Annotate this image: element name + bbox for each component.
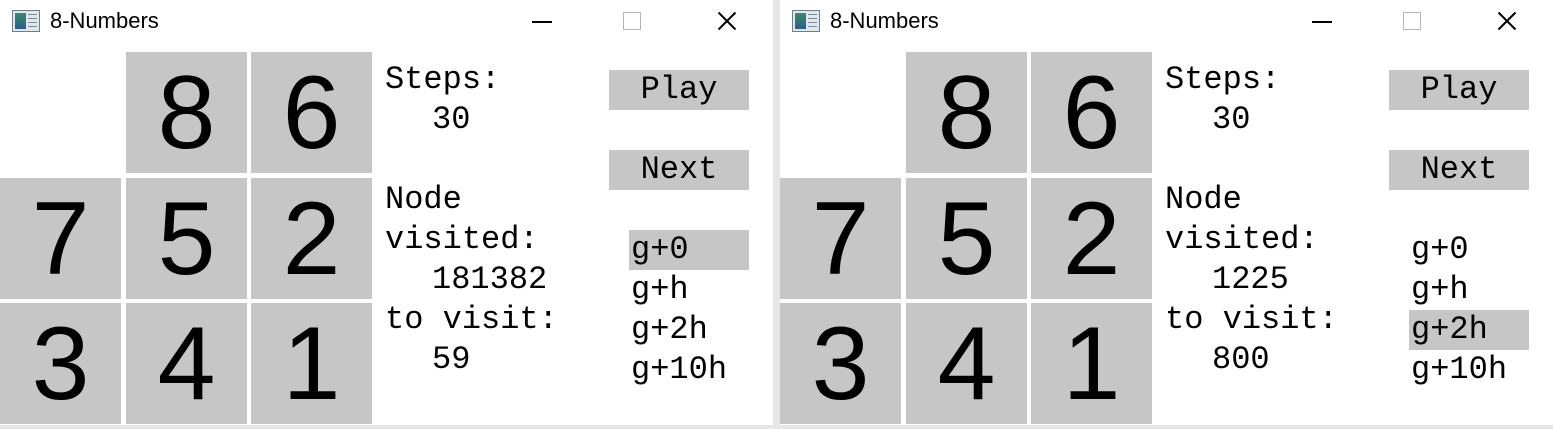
play-button[interactable]: Play [1389,70,1529,110]
puzzle-tile[interactable]: 5 [906,178,1027,299]
puzzle-tile[interactable]: 6 [251,52,372,173]
heuristic-list[interactable]: g+0 g+h g+2h g+10h [1409,230,1531,390]
puzzle-tile[interactable]: 7 [0,178,121,299]
maximize-icon[interactable] [610,0,656,42]
puzzle-board: 8 6 7 5 2 3 4 1 [0,52,372,424]
puzzle-tile[interactable]: 7 [780,178,901,299]
heuristic-option-g2h[interactable]: g+2h [629,310,751,350]
to-visit-label: to visit: [1165,301,1338,338]
puzzle-tile[interactable]: 1 [251,303,372,424]
puzzle-tile-empty[interactable] [780,52,901,173]
to-visit-value: 800 [1212,341,1270,378]
app-window-right: 8-Numbers 8 6 7 5 2 3 4 1 Steps: 30 Node… [780,0,1553,425]
puzzle-tile[interactable]: 3 [780,303,901,424]
visited-label: visited: [385,221,539,258]
minimize-icon[interactable] [520,0,566,42]
steps-label: Steps: [385,61,501,98]
close-icon[interactable] [1483,0,1529,42]
heuristic-option-g0[interactable]: g+0 [629,230,749,270]
puzzle-tile[interactable]: 8 [126,52,247,173]
stats-panel: Steps: 30 Node visited: 181382 to visit:… [385,60,605,380]
puzzle-tile[interactable]: 6 [1031,52,1152,173]
window-icon [12,10,40,32]
close-icon[interactable] [703,0,749,42]
heuristic-option-g2h[interactable]: g+2h [1409,310,1529,350]
steps-value: 30 [432,101,471,138]
app-window-left: 8-Numbers 8 6 7 5 2 3 4 1 Steps: 30 Node… [0,0,773,425]
puzzle-tile[interactable]: 2 [1031,178,1152,299]
next-button[interactable]: Next [609,150,749,190]
title-bar[interactable]: 8-Numbers [0,0,773,42]
puzzle-board: 8 6 7 5 2 3 4 1 [780,52,1152,424]
heuristic-option-g10h[interactable]: g+10h [1409,350,1531,390]
steps-label: Steps: [1165,61,1281,98]
puzzle-tile[interactable]: 4 [126,303,247,424]
next-button[interactable]: Next [1389,150,1529,190]
stats-panel: Steps: 30 Node visited: 1225 to visit: 8… [1165,60,1385,380]
visited-value: 1225 [1212,261,1289,298]
puzzle-tile[interactable]: 3 [0,303,121,424]
window-icon [792,10,820,32]
node-label: Node [385,181,462,218]
puzzle-tile[interactable]: 2 [251,178,372,299]
puzzle-tile[interactable]: 8 [906,52,1027,173]
minimize-icon[interactable] [1300,0,1346,42]
puzzle-tile[interactable]: 5 [126,178,247,299]
visited-label: visited: [1165,221,1319,258]
to-visit-label: to visit: [385,301,558,338]
steps-value: 30 [1212,101,1251,138]
puzzle-tile[interactable]: 4 [906,303,1027,424]
visited-value: 181382 [432,261,548,298]
maximize-icon[interactable] [1390,0,1436,42]
title-bar[interactable]: 8-Numbers [780,0,1553,42]
node-label: Node [1165,181,1242,218]
puzzle-tile[interactable]: 1 [1031,303,1152,424]
heuristic-option-gh[interactable]: g+h [629,270,751,310]
heuristic-list[interactable]: g+0 g+h g+2h g+10h [629,230,751,390]
puzzle-tile-empty[interactable] [0,52,121,173]
heuristic-option-g0[interactable]: g+0 [1409,230,1531,270]
window-title: 8-Numbers [50,8,159,33]
play-button[interactable]: Play [609,70,749,110]
to-visit-value: 59 [432,341,471,378]
heuristic-option-gh[interactable]: g+h [1409,270,1531,310]
heuristic-option-g10h[interactable]: g+10h [629,350,751,390]
window-title: 8-Numbers [830,8,939,33]
